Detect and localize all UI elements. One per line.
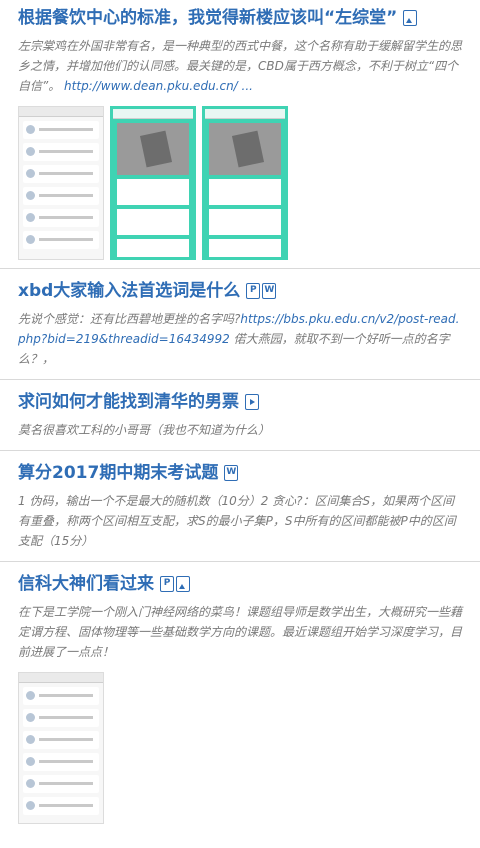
post-link[interactable]: http://www.dean.pku.edu.cn/ ... — [64, 79, 253, 93]
post-title-link[interactable]: 求问如何才能找到清华的男票 — [18, 390, 464, 414]
screenshot-thumbnail[interactable] — [18, 106, 104, 260]
pdf-icon: P — [246, 283, 261, 299]
screenshot-thumbnail[interactable] — [110, 106, 196, 260]
post-item[interactable]: 根据餐饮中心的标准，我觉得新楼应该叫“左综堂” 左宗棠鸡在外国非常有名，是一种典… — [0, 0, 480, 269]
post-excerpt-text: 先说个感觉：还有比西碧地更挫的名字吗? — [18, 312, 241, 326]
post-title-link[interactable]: 算分2017期中期末考试题 W — [18, 461, 464, 485]
attachment-icons — [245, 394, 259, 410]
screenshot-thumbnail[interactable] — [202, 106, 288, 260]
post-item[interactable]: 信科大神们看过来 P 在下是工学院一个刚入门神经网络的菜鸟！课题组导师是数学出生… — [0, 562, 480, 834]
video-icon — [245, 394, 259, 410]
thumbnail-strip — [18, 106, 464, 260]
screenshot-thumbnail[interactable] — [18, 672, 104, 824]
post-excerpt-text: 莫名很喜欢工科的小哥哥（我也不知道为什么） — [18, 423, 271, 437]
post-excerpt: 1 伪码，输出一个不是最大的随机数（10分）2 贪心?：区间集合S，如果两个区间… — [18, 491, 464, 551]
post-excerpt: 先说个感觉：还有比西碧地更挫的名字吗?https://bbs.pku.edu.c… — [18, 309, 464, 369]
image-icon — [403, 10, 418, 26]
post-title-link[interactable]: 根据餐饮中心的标准，我觉得新楼应该叫“左综堂” — [18, 6, 464, 30]
post-title-text[interactable]: xbd大家输入法首选词是什么 — [18, 279, 240, 303]
attachment-icons: P W — [246, 283, 277, 299]
attachment-icons — [403, 10, 418, 26]
post-excerpt-text: 1 伪码，输出一个不是最大的随机数（10分）2 贪心?：区间集合S，如果两个区间… — [18, 494, 456, 548]
image-icon — [176, 576, 190, 592]
pdf-icon: P — [160, 576, 174, 592]
post-title-link[interactable]: 信科大神们看过来 P — [18, 572, 464, 596]
attachment-icons: P — [160, 576, 190, 592]
post-title-link[interactable]: xbd大家输入法首选词是什么 P W — [18, 279, 464, 303]
post-title-text[interactable]: 算分2017期中期末考试题 — [18, 461, 218, 485]
attachment-icons: W — [224, 465, 239, 481]
post-excerpt: 莫名很喜欢工科的小哥哥（我也不知道为什么） — [18, 420, 464, 440]
post-item[interactable]: 求问如何才能找到清华的男票 莫名很喜欢工科的小哥哥（我也不知道为什么） — [0, 380, 480, 451]
post-feed: 根据餐饮中心的标准，我觉得新楼应该叫“左综堂” 左宗棠鸡在外国非常有名，是一种典… — [0, 0, 480, 834]
post-excerpt-text: 在下是工学院一个刚入门神经网络的菜鸟！课题组导师是数学出生，大概研究一些藉定谓方… — [18, 605, 463, 659]
word-icon: W — [224, 465, 239, 481]
word-icon: W — [262, 283, 277, 299]
post-item[interactable]: 算分2017期中期末考试题 W 1 伪码，输出一个不是最大的随机数（10分）2 … — [0, 451, 480, 562]
post-title-text[interactable]: 根据餐饮中心的标准，我觉得新楼应该叫“左综堂” — [18, 6, 397, 30]
post-title-text[interactable]: 求问如何才能找到清华的男票 — [18, 390, 239, 414]
post-excerpt: 在下是工学院一个刚入门神经网络的菜鸟！课题组导师是数学出生，大概研究一些藉定谓方… — [18, 602, 464, 662]
post-title-text[interactable]: 信科大神们看过来 — [18, 572, 154, 596]
post-item[interactable]: xbd大家输入法首选词是什么 P W 先说个感觉：还有比西碧地更挫的名字吗?ht… — [0, 269, 480, 380]
thumbnail-strip — [18, 672, 464, 824]
post-excerpt: 左宗棠鸡在外国非常有名，是一种典型的西式中餐，这个名称有助于缓解留学生的思乡之情… — [18, 36, 464, 96]
